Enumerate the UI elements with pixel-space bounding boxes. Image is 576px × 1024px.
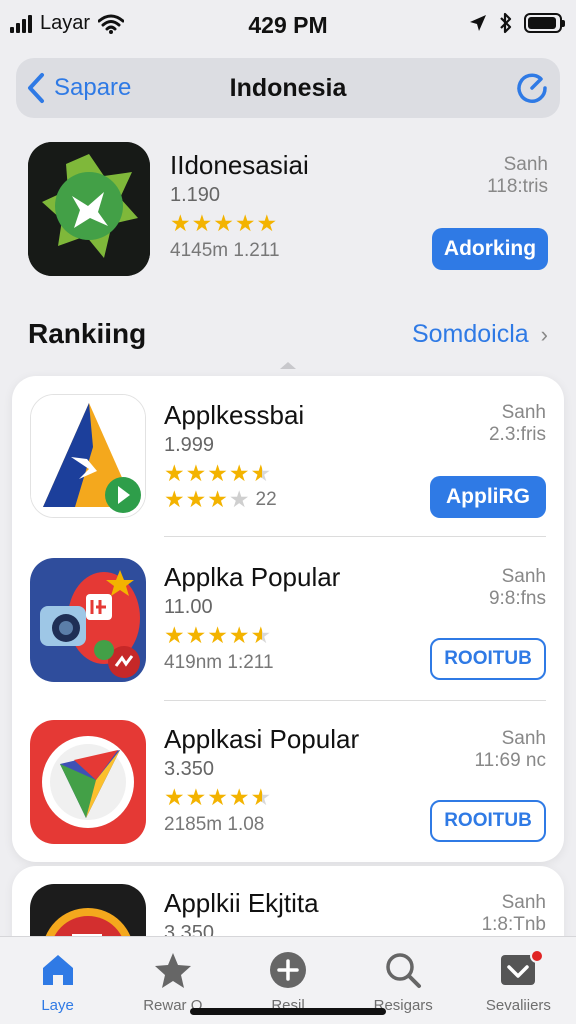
app-meta: 2185m 1.08 bbox=[164, 814, 265, 835]
see-all-link[interactable]: Somdoicla › bbox=[412, 320, 548, 349]
app-right-sub: 2.3:fris bbox=[488, 424, 546, 445]
star-icon: ★ bbox=[256, 210, 278, 236]
refresh-icon[interactable] bbox=[514, 70, 550, 106]
section-title: Rankiing bbox=[28, 318, 147, 349]
app-icon bbox=[30, 394, 146, 518]
app-version: 11.00 bbox=[164, 596, 213, 618]
rating-stars: ★ ★ ★ ★ ★ bbox=[164, 784, 272, 810]
featured-app-version: 1.190 bbox=[170, 184, 221, 206]
star-icon bbox=[154, 953, 191, 988]
featured-rating-stars: ★ ★ ★ ★ ★ bbox=[170, 212, 277, 235]
featured-right-sub: 118:tris bbox=[487, 176, 548, 197]
tab-home[interactable]: Laye bbox=[0, 937, 115, 1024]
tab-label: Laye bbox=[41, 997, 74, 1014]
battery-icon bbox=[524, 13, 565, 33]
app-right-label: Sanh bbox=[501, 566, 546, 587]
app-name: Applkа Popular bbox=[164, 562, 341, 592]
notification-badge bbox=[530, 949, 545, 963]
featured-app-name: IIdonesasiai bbox=[170, 150, 309, 180]
location-icon bbox=[470, 15, 486, 31]
get-button[interactable]: AppliRG bbox=[430, 476, 546, 518]
app-meta: 419nm 1:211 bbox=[164, 652, 274, 673]
app-right-label: Sanh bbox=[501, 892, 546, 913]
app-version: 1.999 bbox=[164, 434, 215, 456]
featured-right-label: Sanh bbox=[503, 154, 548, 175]
back-label: Sapare bbox=[54, 74, 132, 101]
search-icon bbox=[386, 953, 422, 988]
status-right bbox=[468, 12, 565, 34]
home-indicator bbox=[190, 1008, 386, 1015]
list-item[interactable]: Applkа Popular 11.00 ★ ★ ★ ★ ★ 419nm 1:211 S… bbox=[30, 558, 546, 684]
star-icon: ★ bbox=[234, 210, 256, 236]
rating-stars: ★ ★ ★ ★ ★ bbox=[164, 460, 272, 486]
see-all-label: Somdoicla bbox=[411, 320, 529, 348]
list-item[interactable]: Applkessbai 1.999 ★ ★ ★ ★ ★ ★ ★ ★ ★ 22 Sanh 2.3… bbox=[30, 394, 546, 520]
app-name: Applkasi Popular bbox=[164, 724, 360, 754]
app-icon bbox=[30, 720, 146, 844]
app-right-label: Sanh bbox=[501, 402, 546, 423]
get-button[interactable]: ROOITUB bbox=[430, 638, 546, 680]
featured-app[interactable]: IIdonesasiai 1.190 ★ ★ ★ ★ ★ 4145m 1.211… bbox=[28, 142, 548, 282]
nav-bar: Sapare Indonesia bbox=[16, 58, 560, 118]
app-right-sub: 9:8:fns bbox=[488, 588, 546, 609]
featured-app-icon bbox=[28, 142, 150, 276]
back-button[interactable]: Sapare bbox=[22, 68, 131, 108]
chevron-left-icon bbox=[28, 73, 44, 103]
divider bbox=[164, 700, 546, 701]
plus-circle-icon bbox=[270, 952, 306, 988]
app-right-sub: 1:8:Tnb bbox=[481, 914, 546, 935]
app-version: 3.350 bbox=[164, 758, 215, 780]
app-right-label: Sanh bbox=[501, 728, 546, 749]
tab-label: Sevaliiers bbox=[485, 997, 551, 1014]
app-right-sub: 11:69 nc bbox=[474, 750, 546, 771]
featured-get-button[interactable]: Adorking bbox=[432, 228, 548, 270]
app-name: Applkii Ekjtita bbox=[164, 888, 319, 918]
ranking-section-header: Rankiing Somdoicla › bbox=[28, 318, 548, 354]
tab-updates[interactable]: Sevaliiers bbox=[461, 937, 576, 1024]
app-meta-text: 22 bbox=[255, 488, 277, 510]
rating-stars: ★ ★ ★ ★ ★ bbox=[164, 622, 272, 648]
featured-app-meta: 4145m 1.211 bbox=[170, 240, 280, 261]
star-icon: ★ bbox=[213, 210, 234, 236]
app-icon bbox=[30, 558, 146, 682]
app-name: Applkessbai bbox=[164, 400, 305, 430]
ranking-list: Applkessbai 1.999 ★ ★ ★ ★ ★ ★ ★ ★ ★ 22 Sanh 2.3… bbox=[12, 376, 564, 862]
app-meta: ★ ★ ★ ★ 22 bbox=[164, 488, 277, 511]
star-icon: ★ bbox=[170, 210, 191, 236]
home-icon bbox=[42, 955, 73, 985]
list-item[interactable]: Applkasi Popular 3.350 ★ ★ ★ ★ ★ 2185m 1.08 … bbox=[30, 720, 546, 846]
divider bbox=[164, 536, 546, 537]
bluetooth-icon bbox=[500, 12, 512, 34]
star-icon: ★ bbox=[191, 210, 213, 236]
chevron-right-icon: › bbox=[540, 321, 548, 347]
caret-up-icon bbox=[280, 362, 296, 369]
status-bar: Layar 429 PM bbox=[0, 0, 576, 50]
rating-stars-secondary: ★ ★ ★ ★ bbox=[164, 486, 250, 512]
get-button[interactable]: ROOITUB bbox=[430, 800, 546, 842]
